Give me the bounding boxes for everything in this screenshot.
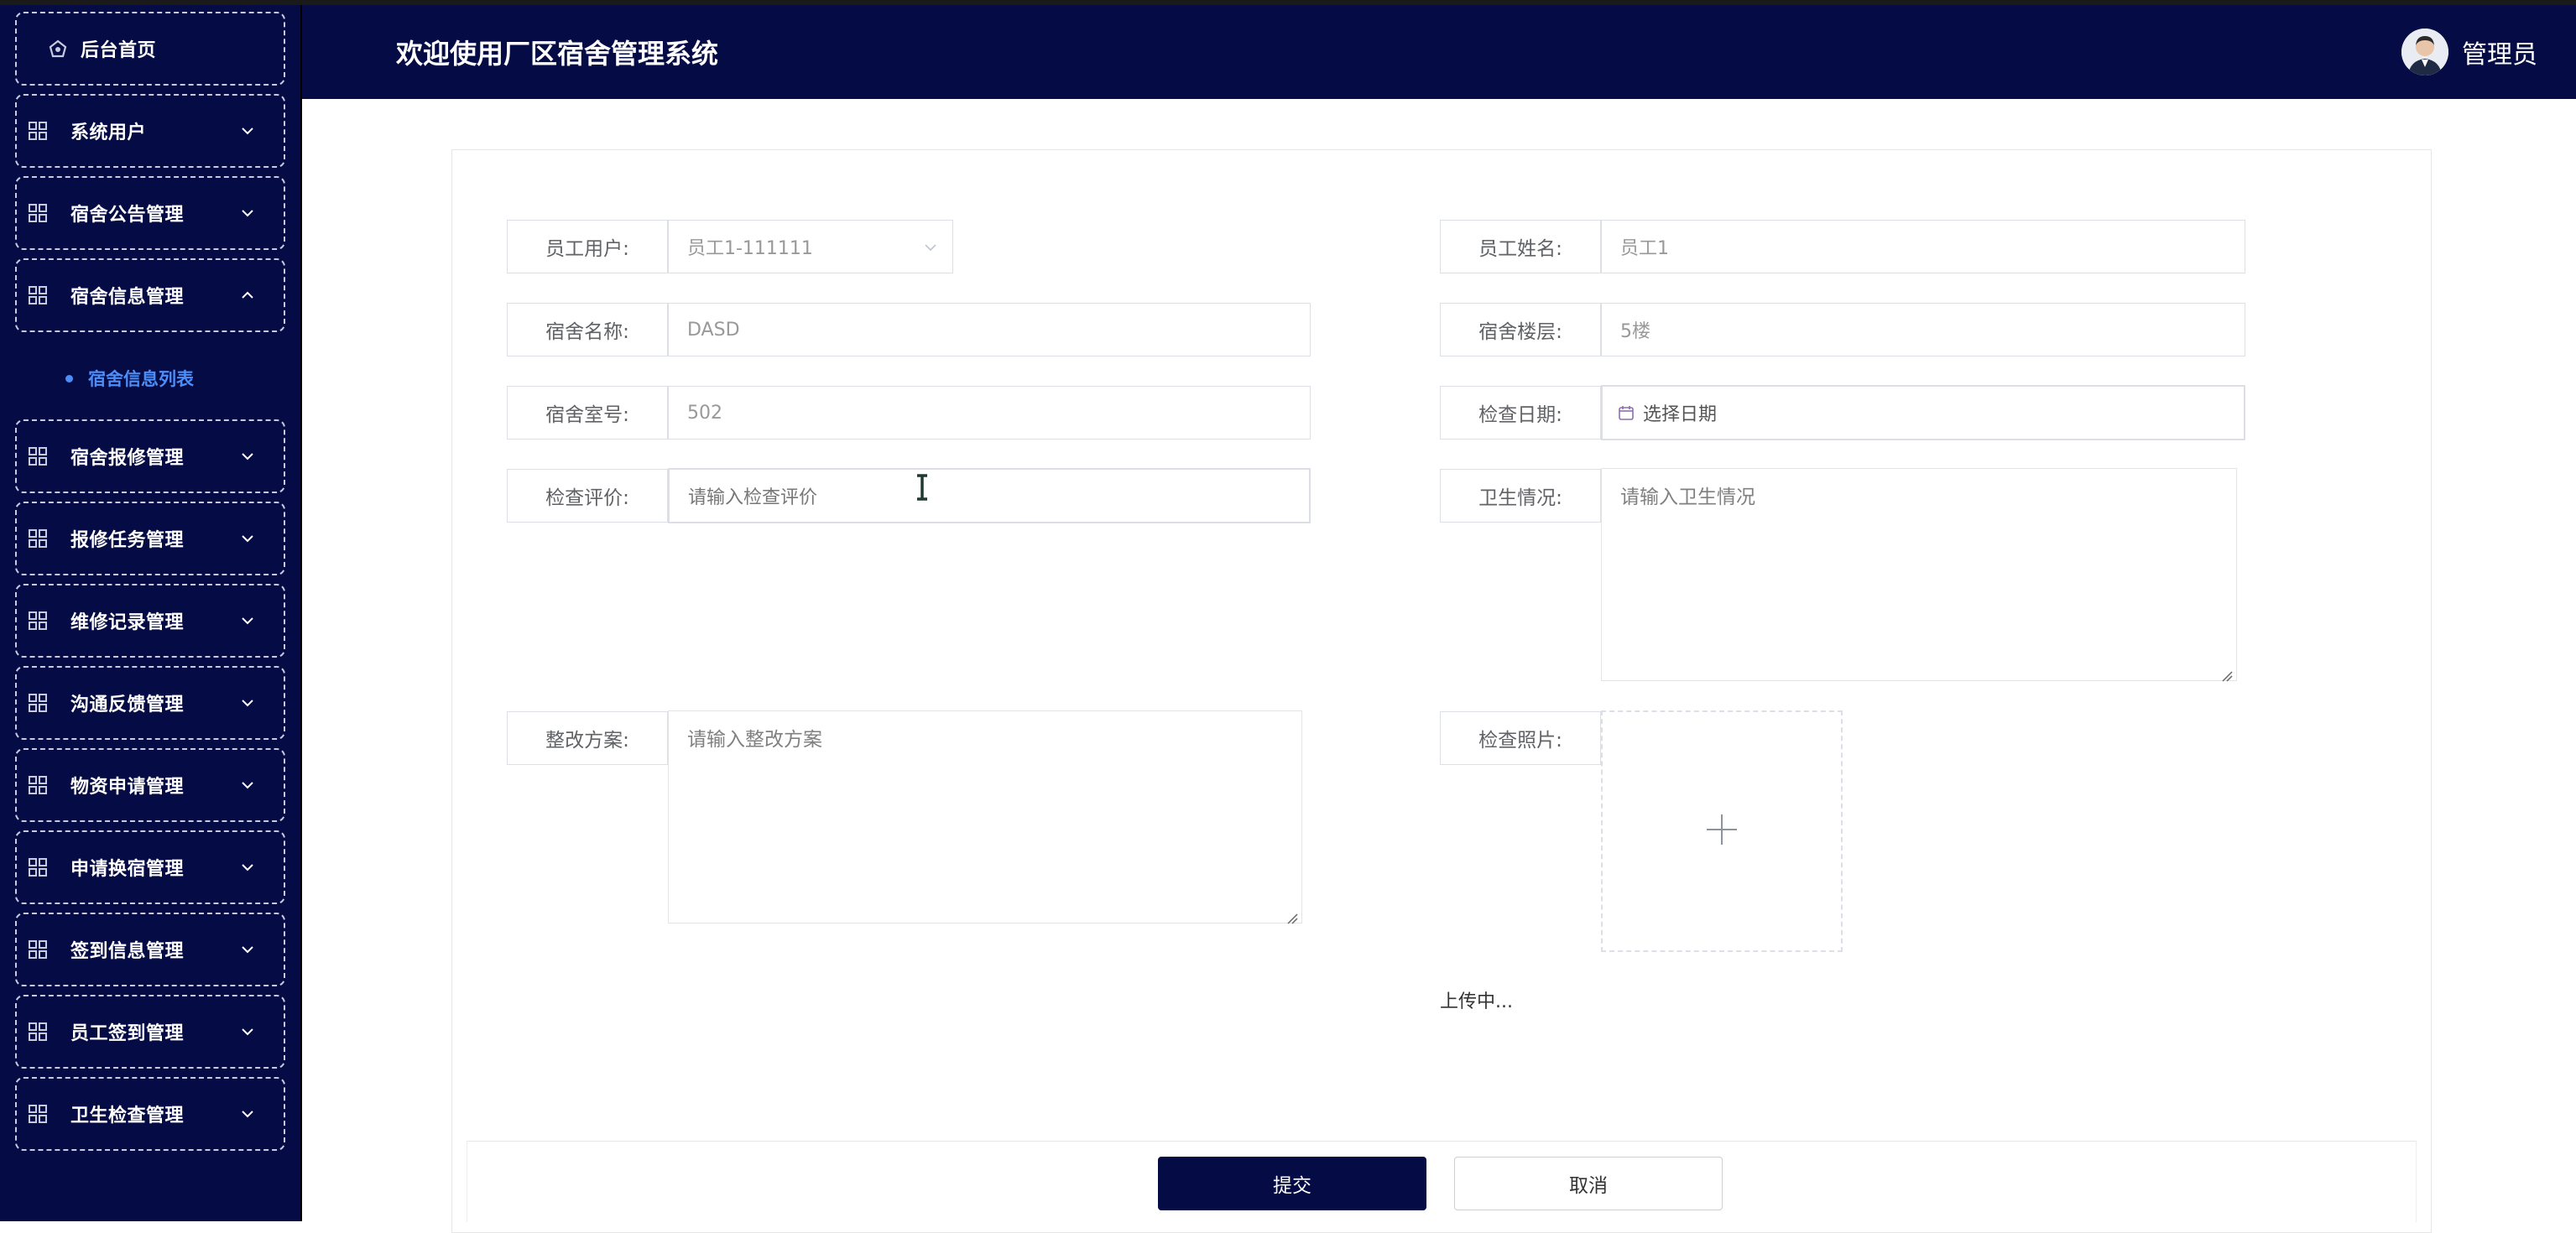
evaluation-label: 检查评价: [507,469,668,523]
sidebar-item-maintenance-record[interactable]: 维修记录管理 [15,584,285,658]
chevron-down-icon [238,122,257,140]
chevron-up-icon [238,286,257,304]
rectify-label: 整改方案: [507,711,668,765]
evaluation-input[interactable]: 请输入检查评价 [668,468,1311,523]
dorm-room-field[interactable]: 502 [668,386,1311,440]
submit-button[interactable]: 提交 [1158,1157,1426,1210]
employee-user-select[interactable]: 员工1-111111 [668,220,953,273]
grid-icon [27,284,49,306]
avatar [2401,29,2448,75]
chevron-down-icon [238,858,257,877]
sidebar-item-home[interactable]: 后台首页 [15,12,285,86]
sidebar-item-label: 宿舍信息管理 [70,287,185,308]
dorm-floor-field[interactable]: 5楼 [1601,303,2245,356]
grid-icon [27,202,49,224]
sidebar-item-repair-task[interactable]: 报修任务管理 [15,502,285,575]
sidebar-item-label: 员工签到管理 [70,1023,185,1044]
sidebar-item-label: 维修记录管理 [70,612,185,633]
chevron-down-icon [238,447,257,466]
resize-handle-icon[interactable] [2221,665,2233,682]
chevron-down-icon [238,611,257,630]
chevron-down-icon [238,694,257,712]
evaluation-placeholder: 请输入检查评价 [688,487,818,508]
sidebar-item-feedback[interactable]: 沟通反馈管理 [15,666,285,740]
check-date-picker[interactable]: 选择日期 [1601,385,2245,440]
hygiene-textarea[interactable]: 请输入卫生情况 [1601,468,2237,682]
grid-icon [27,692,49,714]
sidebar-item-label: 卫生检查管理 [70,1106,185,1126]
grid-icon [27,1103,49,1125]
grid-icon [27,528,49,549]
check-date-placeholder: 选择日期 [1643,404,1718,425]
calendar-icon [1618,404,1635,421]
text-cursor-icon [915,474,930,501]
grid-icon [27,610,49,632]
resize-handle-icon[interactable] [1286,908,1298,924]
user-name: 管理员 [2462,40,2537,70]
chevron-down-icon [238,204,257,222]
plus-icon [1705,813,1739,850]
sidebar-item-label: 系统用户 [70,122,147,143]
chevron-down-icon [922,239,939,261]
employee-name-value: 员工1 [1620,238,1669,259]
sidebar-item-signin-info[interactable]: 签到信息管理 [15,913,285,986]
grid-icon [27,120,49,142]
sidebar-item-label: 物资申请管理 [70,777,185,798]
home-icon [47,38,69,60]
upload-status: 上传中... [1440,991,1513,1012]
employee-user-label: 员工用户: [507,220,668,273]
employee-name-field[interactable]: 员工1 [1601,220,2245,273]
grid-icon [27,939,49,960]
sidebar-item-employee-signin[interactable]: 员工签到管理 [15,995,285,1069]
chevron-down-icon [238,1105,257,1123]
sidebar-item-dorm-notice[interactable]: 宿舍公告管理 [15,176,285,250]
chevron-down-icon [238,940,257,959]
grid-icon [27,774,49,796]
sidebar: 后台首页 系统用户 宿舍公告管理 宿舍信息管理 宿舍信息列表 宿舍报修管理 报修… [0,5,302,1221]
sidebar-item-dorm-change[interactable]: 申请换宿管理 [15,830,285,904]
form-footer [467,1141,2417,1222]
sidebar-item-material-request[interactable]: 物资申请管理 [15,748,285,822]
sidebar-item-label: 沟通反馈管理 [70,695,185,715]
dorm-name-label: 宿舍名称: [507,303,668,356]
sidebar-item-label: 报修任务管理 [70,530,185,551]
grid-icon [27,445,49,467]
dorm-floor-value: 5楼 [1620,321,1650,342]
sidebar-item-label: 签到信息管理 [70,941,185,962]
sidebar-item-label: 宿舍公告管理 [70,205,185,226]
hygiene-placeholder: 请输入卫生情况 [1620,486,1755,508]
bullet-icon [65,374,73,382]
employee-name-label: 员工姓名: [1440,220,1601,273]
sidebar-item-dorm-repair[interactable]: 宿舍报修管理 [15,419,285,493]
grid-icon [27,1021,49,1043]
sidebar-item-dorm-info[interactable]: 宿舍信息管理 [15,258,285,332]
dorm-floor-label: 宿舍楼层: [1440,303,1601,356]
sidebar-item-system-users[interactable]: 系统用户 [15,94,285,168]
sidebar-item-label: 申请换宿管理 [70,859,185,880]
chevron-down-icon [238,776,257,794]
grid-icon [27,856,49,878]
dorm-room-value: 502 [687,402,722,424]
dorm-name-field[interactable]: DASD [668,303,1311,356]
check-date-label: 检查日期: [1440,386,1601,440]
sidebar-subitem-label: 宿舍信息列表 [88,369,194,389]
photo-label: 检查照片: [1440,711,1601,765]
cancel-button[interactable]: 取消 [1454,1157,1723,1210]
chevron-down-icon [238,529,257,548]
dorm-name-value: DASD [687,319,740,341]
user-menu[interactable]: 管理员 [2401,5,2537,99]
rectify-placeholder: 请输入整改方案 [687,729,822,751]
hygiene-label: 卫生情况: [1440,469,1601,523]
top-header: 欢迎使用厂区宿舍管理系统 管理员 [302,5,2576,99]
dorm-room-label: 宿舍室号: [507,386,668,440]
sidebar-item-label: 宿舍报修管理 [70,448,185,469]
sidebar-subitem-dorm-info-list[interactable]: 宿舍信息列表 [65,363,194,393]
page-title: 欢迎使用厂区宿舍管理系统 [396,38,719,70]
employee-user-value: 员工1-111111 [687,238,813,259]
sidebar-item-hygiene-check[interactable]: 卫生检查管理 [15,1077,285,1151]
photo-upload-area[interactable] [1601,710,1843,952]
chevron-down-icon [238,1022,257,1041]
rectify-textarea[interactable]: 请输入整改方案 [668,710,1302,924]
sidebar-item-label: 后台首页 [81,40,157,61]
